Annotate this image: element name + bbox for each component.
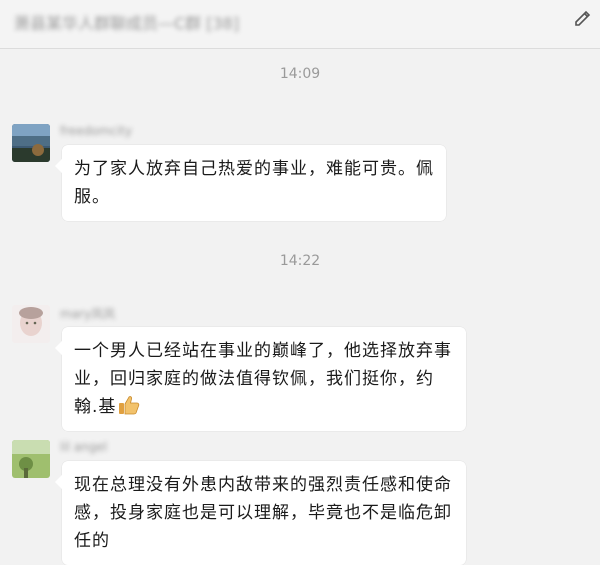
edit-icon[interactable]	[572, 6, 594, 28]
message-text: 现在总理没有外患内敌带来的强烈责任感和使命感，投身家庭也是可以理解，毕竟也不是临…	[74, 475, 452, 551]
avatar[interactable]	[12, 124, 50, 162]
message-text: 为了家人放弃自己热爱的事业，难能可贵。佩服。	[74, 159, 434, 207]
thumbs-up-icon	[119, 396, 140, 415]
sender-name: mary凤凤	[60, 307, 116, 321]
chat-title[interactable]: 萧县某华人群聊成员—C群 [38]	[14, 10, 239, 34]
chat-header: 萧县某华人群聊成员—C群 [38]	[0, 0, 600, 49]
timestamp: 14:09	[279, 66, 321, 82]
avatar[interactable]	[12, 305, 50, 343]
avatar[interactable]	[12, 440, 50, 478]
sender-name: freedomcity	[60, 124, 133, 138]
message-bubble[interactable]: 为了家人放弃自己热爱的事业，难能可贵。佩服。	[55, 145, 446, 221]
message-bubble[interactable]: 一个男人已经站在事业的巅峰了，他选择放弃事业，回归家庭的做法值得钦佩，我们挺你，…	[55, 327, 466, 431]
message-bubble[interactable]: 现在总理没有外患内敌带来的强烈责任感和使命感，投身家庭也是可以理解，毕竟也不是临…	[55, 461, 466, 565]
sender-name: lil angel	[60, 440, 108, 454]
timestamp: 14:22	[279, 253, 321, 269]
